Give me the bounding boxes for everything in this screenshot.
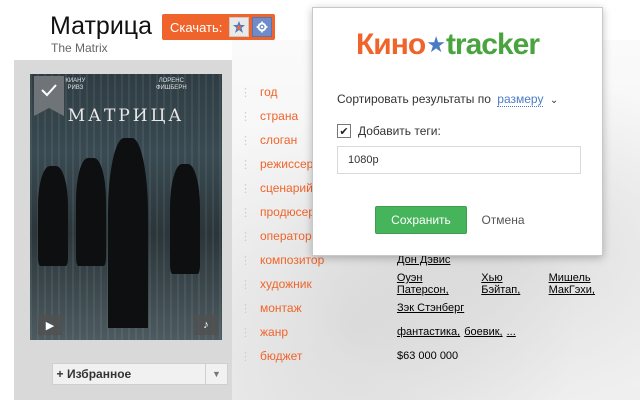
logo-kino: Кино: [356, 28, 426, 61]
logo-tracker: tracker: [445, 28, 540, 61]
info-values: $63 000 000: [397, 350, 458, 362]
info-values: Оуэн Патерсон, Хью Бэйтап, Мишель МакГэхи,: [397, 272, 640, 296]
info-row: ⋮ монтаж Зэк Стэнберг: [240, 296, 640, 320]
poster-figure-left: [38, 166, 68, 266]
bookmark-flag[interactable]: [34, 76, 64, 116]
poster-play-button[interactable]: ▶: [38, 315, 62, 335]
row-dots: ⋮: [240, 278, 252, 291]
add-tags-checkbox[interactable]: ✔: [337, 124, 351, 138]
favorites-dropdown[interactable]: + Избранное ▼: [52, 363, 228, 385]
sort-option: Сортировать результаты по размеру ⌄: [337, 92, 558, 107]
row-dots: ⋮: [240, 110, 252, 123]
row-dots: ⋮: [240, 254, 252, 267]
save-button[interactable]: Сохранить: [375, 206, 467, 234]
info-value-link[interactable]: Мишель МакГэхи,: [549, 272, 640, 296]
info-value-link[interactable]: боевик,: [464, 326, 502, 338]
sort-prefix: Сортировать результаты по: [337, 92, 491, 106]
star-icon: ★: [426, 32, 446, 57]
poster-figure-2: [76, 158, 106, 266]
poster-figure-center: [108, 138, 148, 328]
row-dots: ⋮: [240, 86, 252, 99]
info-row: ⋮ бюджет $63 000 000: [240, 344, 640, 368]
film-original-title: The Matrix: [51, 41, 108, 55]
info-key: жанр: [260, 325, 289, 339]
tags-input[interactable]: [337, 146, 581, 174]
info-key: художник: [259, 277, 312, 291]
row-dots: ⋮: [240, 302, 252, 315]
row-dots: ⋮: [240, 230, 252, 243]
plus-icon: +: [56, 367, 64, 381]
add-tags-label: Добавить теги:: [358, 124, 441, 138]
row-dots: ⋮: [240, 182, 252, 195]
kinotracker-popup: Кино ★ tracker Сортировать результаты по…: [312, 7, 603, 256]
download-bar: Скачать:: [162, 14, 276, 40]
chevron-down-icon[interactable]: ⌄: [550, 95, 558, 106]
kinotracker-download-button[interactable]: [229, 17, 250, 37]
play-icon: ▶: [45, 319, 55, 332]
info-row: ⋮ художник Оуэн Патерсон, Хью Бэйтап, Мишель…: [240, 272, 640, 296]
info-value-link[interactable]: $63 000 000: [397, 350, 458, 362]
film-title: Матрица: [50, 12, 153, 40]
info-value-link[interactable]: фантастика,: [397, 326, 460, 338]
favorites-label: Избранное: [67, 367, 132, 381]
row-dots: ⋮: [240, 158, 252, 171]
kinotracker-logo: Кино ★ tracker: [356, 28, 540, 62]
info-value-link[interactable]: Хью Бэйтап,: [481, 272, 544, 296]
row-dots: ⋮: [240, 350, 252, 363]
info-values: Зэк Стэнберг: [397, 302, 464, 314]
settings-button[interactable]: [252, 17, 273, 37]
info-value-link[interactable]: Оуэн Патерсон,: [397, 272, 477, 296]
info-row: ⋮ жанр фантастика, боевик,...: [240, 320, 640, 344]
poster-figure-right: [170, 164, 200, 274]
chevron-down-icon[interactable]: ▼: [205, 364, 227, 384]
gear-icon: [256, 21, 268, 33]
kinotracker-icon: [233, 21, 246, 33]
info-value-link[interactable]: Зэк Стэнберг: [397, 302, 464, 314]
row-dots: ⋮: [240, 206, 252, 219]
checkmark-icon: [41, 84, 57, 97]
info-key: бюджет: [260, 349, 303, 363]
info-values: фантастика, боевик,...: [397, 326, 516, 338]
sort-select[interactable]: размеру: [497, 92, 544, 107]
poster-actor-1: КИАНУ РИВЗ: [65, 78, 86, 91]
row-dots: ⋮: [240, 326, 252, 339]
info-value-link[interactable]: ...: [507, 326, 516, 338]
music-note-icon: ♪: [203, 319, 209, 331]
check-icon: ✔: [339, 125, 349, 138]
download-label: Скачать:: [170, 19, 223, 35]
info-key: монтаж: [260, 301, 302, 315]
cancel-button[interactable]: Отмена: [475, 206, 531, 234]
poster-actor-2: ЛОРЕНС ФИШБЕРН: [156, 78, 187, 91]
add-tags-option: ✔ Добавить теги:: [337, 124, 441, 138]
poster-soundtrack-button[interactable]: ♪: [194, 315, 218, 335]
row-dots: ⋮: [240, 134, 252, 147]
